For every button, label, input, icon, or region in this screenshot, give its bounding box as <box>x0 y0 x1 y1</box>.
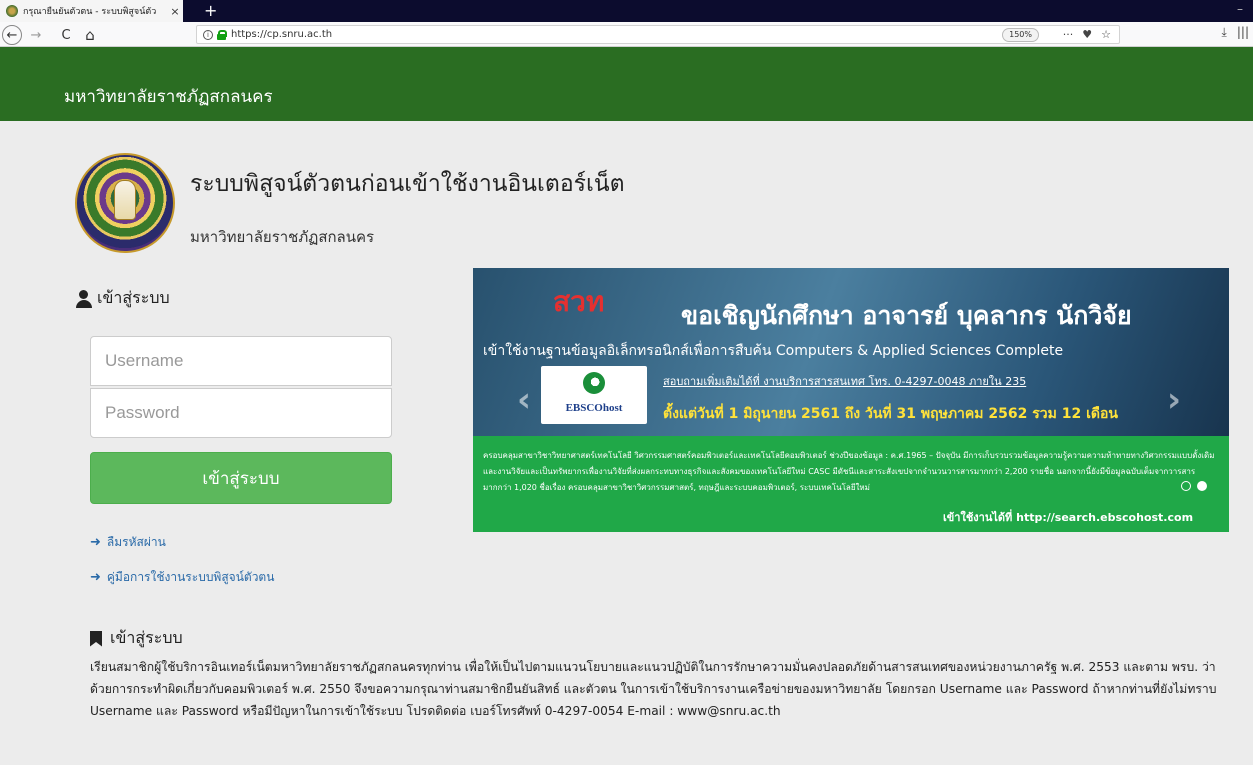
zoom-level-badge[interactable]: 150% <box>1002 28 1039 42</box>
promo-carousel[interactable]: สวท ขอเชิญนักศึกษา อาจารย์ บุคลากร นักวิ… <box>473 268 1229 532</box>
banner-description: ครอบคลุมสาขาวิชาวิทยาศาสตร์เทคโนโลยี วิศ… <box>483 451 1215 492</box>
banner-logo: สวท <box>553 285 605 318</box>
forward-arrow-icon[interactable]: → <box>26 25 46 45</box>
info-text: เรียนสมาชิกผู้ใช้บริการอินเทอร์เน็ตมหาวิ… <box>90 660 1217 718</box>
close-tab-icon[interactable]: × <box>167 5 183 18</box>
reload-icon[interactable]: C <box>56 25 76 45</box>
user-icon <box>75 289 93 308</box>
tab-title: กรุณายืนยันตัวตน - ระบบพิสูจน์ตัว <box>23 7 157 17</box>
back-arrow-icon[interactable]: ← <box>2 25 22 45</box>
carousel-indicator[interactable] <box>1181 481 1191 491</box>
arrow-right-icon: ➜ <box>90 535 101 550</box>
page-actions: ··· ♥ ☆ <box>1063 26 1111 43</box>
download-icon[interactable]: ⤓ <box>1222 25 1227 40</box>
info-icon[interactable]: i <box>203 29 213 40</box>
carousel-indicator-active[interactable] <box>1197 481 1207 491</box>
info-heading-label: เข้าสู่ระบบ <box>110 628 183 647</box>
page-actions-menu-icon[interactable]: ··· <box>1063 28 1074 41</box>
banner-database-line: เข้าใช้งานฐานข้อมูลอิเล็กทรอนิกส์เพื่อกา… <box>483 343 1064 359</box>
ebsco-label: EBSCOhost <box>565 402 623 414</box>
browser-tab[interactable]: กรุณายืนยันตัวตน - ระบบพิสูจน์ตัว × <box>0 0 183 22</box>
banner-contact: สอบถามเพิ่มเติมได้ที่ งานบริการสารสนเทศ … <box>663 375 1027 388</box>
username-input[interactable] <box>90 336 392 386</box>
library-icon[interactable]: ||| <box>1237 25 1249 40</box>
carousel-next-icon[interactable]: › <box>1167 380 1181 420</box>
lock-icon[interactable] <box>217 29 227 40</box>
carousel-prev-icon[interactable]: ‹ <box>517 380 531 420</box>
address-bar[interactable]: i https://cp.snru.ac.th 150% ··· ♥ ☆ <box>196 25 1120 44</box>
logo-emblem <box>114 180 136 220</box>
info-heading: เข้าสู่ระบบ <box>90 626 183 651</box>
ebsco-logo: EBSCOhost <box>541 366 647 424</box>
user-manual-label[interactable]: คู่มือการใช้งานระบบพิสูจน์ตัวตน <box>107 568 275 587</box>
ebsco-mark-icon <box>583 372 605 394</box>
page-title: ระบบพิสูจน์ตัวตนก่อนเข้าใช้งานอินเตอร์เน… <box>190 171 625 197</box>
login-heading: เข้าสู่ระบบ <box>75 286 170 311</box>
site-header: มหาวิทยาลัยราชภัฏสกลนคร <box>0 47 1253 121</box>
browser-tab-bar: กรุณายืนยันตัวตน - ระบบพิสูจน์ตัว × + – <box>0 0 1253 22</box>
page-subtitle: มหาวิทยาลัยราชภัฏสกลนคร <box>190 228 375 246</box>
bookmark-star-icon[interactable]: ☆ <box>1101 28 1111 41</box>
forgot-password-label[interactable]: ลืมรหัสผ่าน <box>107 533 166 552</box>
banner-access-url: เข้าใช้งานได้ที่ http://search.ebscohost… <box>943 511 1194 524</box>
login-heading-label: เข้าสู่ระบบ <box>97 288 170 307</box>
banner-headline: ขอเชิญนักศึกษา อาจารย์ บุคลากร นักวิจัย <box>681 301 1132 330</box>
pocket-icon[interactable]: ♥ <box>1082 28 1092 41</box>
forgot-password-link[interactable]: ➜ ลืมรหัสผ่าน <box>90 533 166 552</box>
site-favicon-icon <box>6 5 18 17</box>
minimize-window-icon[interactable]: – <box>1237 2 1243 16</box>
site-name[interactable]: มหาวิทยาลัยราชภัฏสกลนคร <box>64 83 273 110</box>
url-text[interactable]: https://cp.snru.ac.th <box>231 29 332 40</box>
bookmark-icon <box>90 630 102 647</box>
new-tab-icon[interactable]: + <box>204 1 217 21</box>
password-input[interactable] <box>90 388 392 438</box>
user-manual-link[interactable]: ➜ คู่มือการใช้งานระบบพิสูจน์ตัวตน <box>90 568 274 587</box>
home-icon[interactable]: ⌂ <box>80 25 100 45</box>
arrow-right-icon: ➜ <box>90 570 101 585</box>
banner-date-range: ตั้งแต่วันที่ 1 มิถุนายน 2561 ถึง วันที่… <box>663 406 1118 422</box>
login-button[interactable]: เข้าสู่ระบบ <box>90 452 392 504</box>
browser-navigation-bar: ← → C ⌂ i https://cp.snru.ac.th 150% ···… <box>0 22 1253 47</box>
toolbar-tools: ⤓ ||| <box>1222 25 1249 40</box>
